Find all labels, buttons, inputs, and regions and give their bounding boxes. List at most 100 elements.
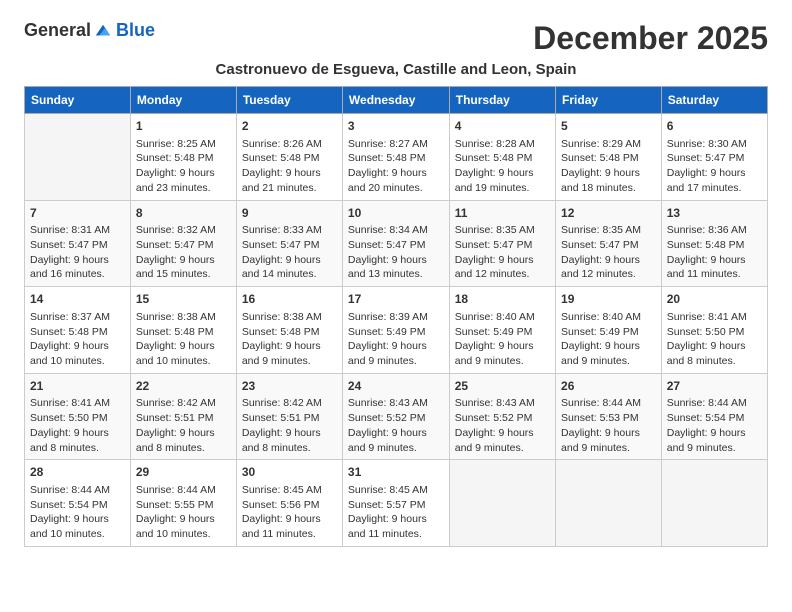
day-info: Sunrise: 8:35 AM Sunset: 5:47 PM Dayligh…: [455, 223, 550, 282]
header-day-sunday: Sunday: [25, 87, 131, 114]
day-info: Sunrise: 8:38 AM Sunset: 5:48 PM Dayligh…: [136, 310, 231, 369]
day-info: Sunrise: 8:44 AM Sunset: 5:53 PM Dayligh…: [561, 396, 656, 455]
calendar-table: SundayMondayTuesdayWednesdayThursdayFrid…: [24, 86, 768, 547]
day-info: Sunrise: 8:40 AM Sunset: 5:49 PM Dayligh…: [561, 310, 656, 369]
calendar-body: 1 Sunrise: 8:25 AM Sunset: 5:48 PM Daylig…: [25, 114, 768, 547]
calendar-cell: 1 Sunrise: 8:25 AM Sunset: 5:48 PM Daylig…: [130, 114, 236, 201]
calendar-cell: 22Sunrise: 8:42 AM Sunset: 5:51 PM Dayli…: [130, 373, 236, 460]
day-number: 25: [455, 378, 550, 395]
calendar-cell: 27Sunrise: 8:44 AM Sunset: 5:54 PM Dayli…: [661, 373, 767, 460]
day-number: 15: [136, 291, 231, 308]
day-number: 23: [242, 378, 337, 395]
calendar-subtitle: Castronuevo de Esgueva, Castille and Leo…: [24, 61, 768, 78]
day-info: Sunrise: 8:44 AM Sunset: 5:54 PM Dayligh…: [667, 396, 762, 455]
calendar-cell: 14Sunrise: 8:37 AM Sunset: 5:48 PM Dayli…: [25, 287, 131, 374]
day-number: 12: [561, 205, 656, 222]
day-number: 26: [561, 378, 656, 395]
calendar-cell: 21Sunrise: 8:41 AM Sunset: 5:50 PM Dayli…: [25, 373, 131, 460]
day-info: Sunrise: 8:42 AM Sunset: 5:51 PM Dayligh…: [136, 396, 231, 455]
calendar-cell: 11Sunrise: 8:35 AM Sunset: 5:47 PM Dayli…: [449, 200, 555, 287]
calendar-cell: 6 Sunrise: 8:30 AM Sunset: 5:47 PM Daylig…: [661, 114, 767, 201]
day-number: 22: [136, 378, 231, 395]
day-number: 8: [136, 205, 231, 222]
day-info: Sunrise: 8:41 AM Sunset: 5:50 PM Dayligh…: [667, 310, 762, 369]
day-info: Sunrise: 8:36 AM Sunset: 5:48 PM Dayligh…: [667, 223, 762, 282]
day-info: Sunrise: 8:25 AM Sunset: 5:48 PM Dayligh…: [136, 137, 231, 196]
calendar-cell: 24Sunrise: 8:43 AM Sunset: 5:52 PM Dayli…: [342, 373, 449, 460]
day-number: 27: [667, 378, 762, 395]
calendar-cell: 25Sunrise: 8:43 AM Sunset: 5:52 PM Dayli…: [449, 373, 555, 460]
calendar-cell: 3 Sunrise: 8:27 AM Sunset: 5:48 PM Daylig…: [342, 114, 449, 201]
day-number: 30: [242, 464, 337, 481]
calendar-cell: 23Sunrise: 8:42 AM Sunset: 5:51 PM Dayli…: [236, 373, 342, 460]
day-number: 2: [242, 118, 337, 135]
calendar-cell: [449, 460, 555, 547]
calendar-cell: 31 Sunrise: 8:45 AM Sunset: 5:57 PM Dayli…: [342, 460, 449, 547]
day-info: Sunrise: 8:41 AM Sunset: 5:50 PM Dayligh…: [30, 396, 125, 455]
day-info: Sunrise: 8:45 AM Sunset: 5:56 PM Dayligh…: [242, 483, 337, 542]
week-row-5: 28Sunrise: 8:44 AM Sunset: 5:54 PM Dayli…: [25, 460, 768, 547]
calendar-header: SundayMondayTuesdayWednesdayThursdayFrid…: [25, 87, 768, 114]
day-number: 3: [348, 118, 444, 135]
day-number: 20: [667, 291, 762, 308]
header-row: SundayMondayTuesdayWednesdayThursdayFrid…: [25, 87, 768, 114]
day-info: Sunrise: 8:43 AM Sunset: 5:52 PM Dayligh…: [455, 396, 550, 455]
day-number: 31: [348, 464, 444, 481]
day-number: 4: [455, 118, 550, 135]
day-info: Sunrise: 8:39 AM Sunset: 5:49 PM Dayligh…: [348, 310, 444, 369]
day-number: 24: [348, 378, 444, 395]
calendar-cell: 30 Sunrise: 8:45 AM Sunset: 5:56 PM Dayli…: [236, 460, 342, 547]
day-info: Sunrise: 8:40 AM Sunset: 5:49 PM Dayligh…: [455, 310, 550, 369]
day-number: 7: [30, 205, 125, 222]
day-number: 6: [667, 118, 762, 135]
calendar-cell: 2 Sunrise: 8:26 AM Sunset: 5:48 PM Daylig…: [236, 114, 342, 201]
logo: General Blue: [24, 20, 155, 41]
calendar-cell: 4 Sunrise: 8:28 AM Sunset: 5:48 PM Daylig…: [449, 114, 555, 201]
week-row-1: 1 Sunrise: 8:25 AM Sunset: 5:48 PM Daylig…: [25, 114, 768, 201]
day-info: Sunrise: 8:37 AM Sunset: 5:48 PM Dayligh…: [30, 310, 125, 369]
day-number: 16: [242, 291, 337, 308]
day-info: Sunrise: 8:42 AM Sunset: 5:51 PM Dayligh…: [242, 396, 337, 455]
calendar-cell: [556, 460, 662, 547]
header-day-friday: Friday: [556, 87, 662, 114]
calendar-cell: 18 Sunrise: 8:40 AM Sunset: 5:49 PM Dayli…: [449, 287, 555, 374]
calendar-cell: 7Sunrise: 8:31 AM Sunset: 5:47 PM Daylig…: [25, 200, 131, 287]
calendar-cell: [661, 460, 767, 547]
day-info: Sunrise: 8:44 AM Sunset: 5:55 PM Dayligh…: [136, 483, 231, 542]
day-info: Sunrise: 8:38 AM Sunset: 5:48 PM Dayligh…: [242, 310, 337, 369]
header-day-wednesday: Wednesday: [342, 87, 449, 114]
logo-general: General: [24, 20, 91, 41]
day-number: 1: [136, 118, 231, 135]
day-info: Sunrise: 8:28 AM Sunset: 5:48 PM Dayligh…: [455, 137, 550, 196]
logo-icon: [94, 22, 112, 40]
day-info: Sunrise: 8:26 AM Sunset: 5:48 PM Dayligh…: [242, 137, 337, 196]
day-number: 5: [561, 118, 656, 135]
day-info: Sunrise: 8:45 AM Sunset: 5:57 PM Dayligh…: [348, 483, 444, 542]
day-info: Sunrise: 8:27 AM Sunset: 5:48 PM Dayligh…: [348, 137, 444, 196]
day-number: 10: [348, 205, 444, 222]
calendar-cell: [25, 114, 131, 201]
calendar-cell: 15 Sunrise: 8:38 AM Sunset: 5:48 PM Dayli…: [130, 287, 236, 374]
calendar-cell: 5Sunrise: 8:29 AM Sunset: 5:48 PM Daylig…: [556, 114, 662, 201]
day-info: Sunrise: 8:32 AM Sunset: 5:47 PM Dayligh…: [136, 223, 231, 282]
logo-blue: Blue: [116, 20, 155, 41]
calendar-cell: 8Sunrise: 8:32 AM Sunset: 5:47 PM Daylig…: [130, 200, 236, 287]
calendar-cell: 17Sunrise: 8:39 AM Sunset: 5:49 PM Dayli…: [342, 287, 449, 374]
calendar-cell: 16 Sunrise: 8:38 AM Sunset: 5:48 PM Dayli…: [236, 287, 342, 374]
week-row-4: 21Sunrise: 8:41 AM Sunset: 5:50 PM Dayli…: [25, 373, 768, 460]
day-number: 29: [136, 464, 231, 481]
day-number: 21: [30, 378, 125, 395]
calendar-cell: 28Sunrise: 8:44 AM Sunset: 5:54 PM Dayli…: [25, 460, 131, 547]
day-number: 13: [667, 205, 762, 222]
calendar-cell: 10Sunrise: 8:34 AM Sunset: 5:47 PM Dayli…: [342, 200, 449, 287]
day-number: 18: [455, 291, 550, 308]
day-info: Sunrise: 8:31 AM Sunset: 5:47 PM Dayligh…: [30, 223, 125, 282]
calendar-cell: 26Sunrise: 8:44 AM Sunset: 5:53 PM Dayli…: [556, 373, 662, 460]
page-header: General Blue December 2025: [24, 20, 768, 57]
week-row-3: 14Sunrise: 8:37 AM Sunset: 5:48 PM Dayli…: [25, 287, 768, 374]
day-info: Sunrise: 8:30 AM Sunset: 5:47 PM Dayligh…: [667, 137, 762, 196]
calendar-cell: 13Sunrise: 8:36 AM Sunset: 5:48 PM Dayli…: [661, 200, 767, 287]
day-info: Sunrise: 8:44 AM Sunset: 5:54 PM Dayligh…: [30, 483, 125, 542]
week-row-2: 7Sunrise: 8:31 AM Sunset: 5:47 PM Daylig…: [25, 200, 768, 287]
day-number: 19: [561, 291, 656, 308]
